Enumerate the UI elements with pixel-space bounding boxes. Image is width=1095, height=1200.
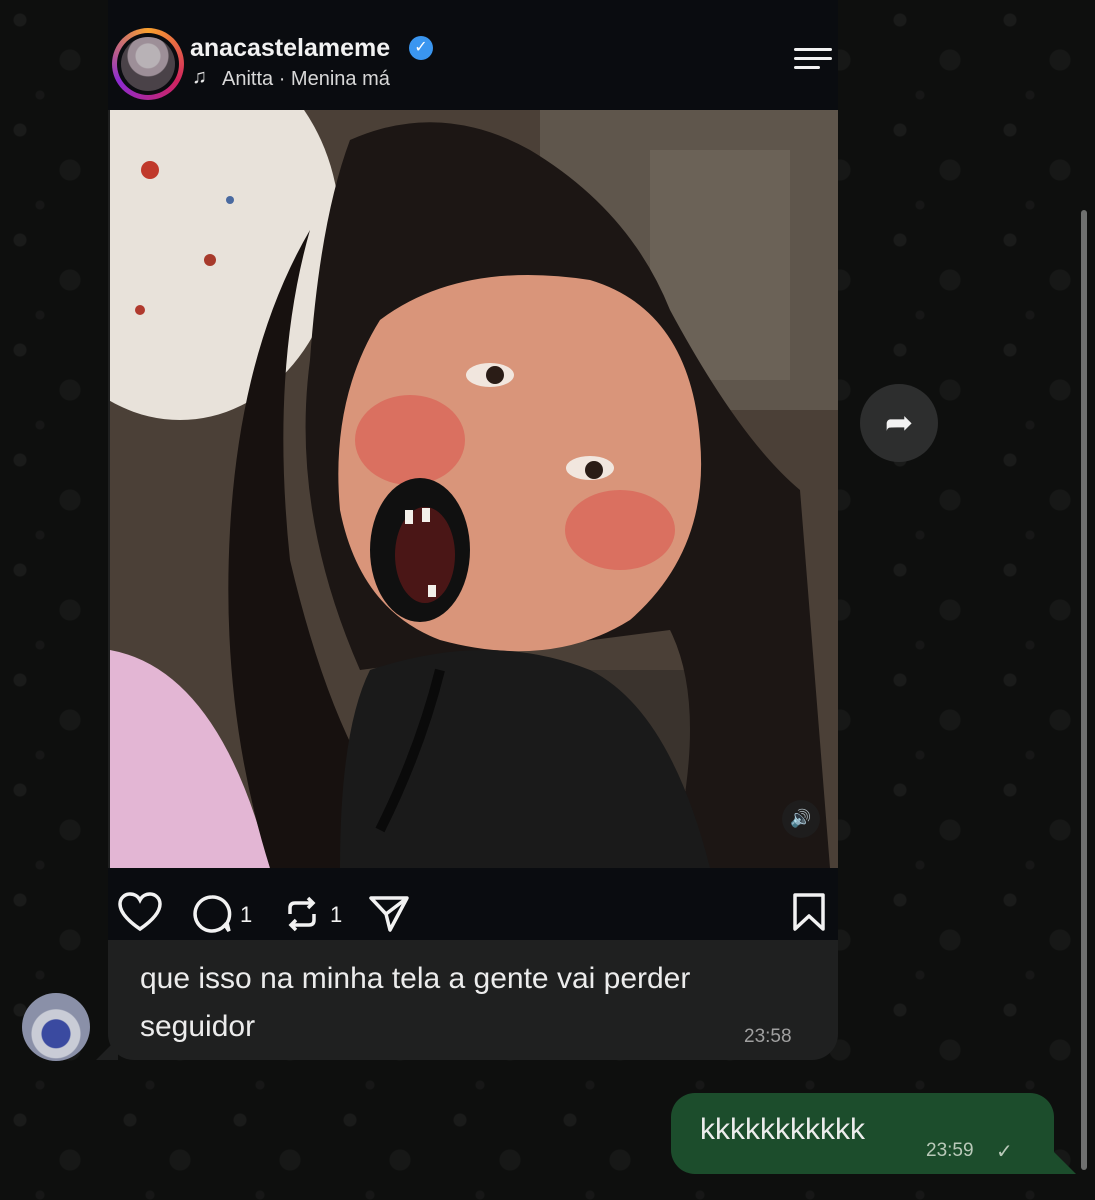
music-note-icon: ♫: [192, 66, 207, 88]
outgoing-message-text: kkkkkkkkkkk: [700, 1113, 865, 1146]
incoming-bubble-tail: [96, 1038, 118, 1060]
incoming-message-time: 23:58: [744, 1026, 792, 1047]
menu-icon[interactable]: [794, 48, 832, 70]
like-icon[interactable]: [118, 892, 162, 937]
sender-avatar[interactable]: [22, 993, 90, 1061]
forward-icon[interactable]: ➦: [860, 384, 938, 462]
sent-check-icon: ✓: [996, 1141, 1013, 1163]
avatar-ring-gap: [117, 33, 179, 95]
outgoing-message-time: 23:59: [926, 1140, 974, 1161]
post-username[interactable]: anacastelameme: [190, 34, 390, 63]
post-music-label[interactable]: Anitta · Menina má: [222, 68, 390, 91]
repost-icon[interactable]: [282, 894, 322, 939]
share-send-icon[interactable]: [368, 894, 410, 939]
bookmark-icon[interactable]: [792, 892, 826, 937]
outgoing-bubble-tail: [1054, 1152, 1076, 1174]
post-author-avatar[interactable]: [112, 28, 184, 100]
sound-icon[interactable]: 🔊: [782, 800, 820, 838]
post-photo[interactable]: [110, 110, 838, 868]
comment-icon[interactable]: [192, 894, 232, 939]
comments-count: 1: [240, 902, 253, 927]
post-photo-illustration: [110, 110, 838, 868]
incoming-message-text: que isso na minha tela a gente vai perde…: [140, 962, 691, 1043]
avatar-image: [121, 37, 175, 91]
reposts-count: 1: [330, 902, 343, 927]
chat-scrollbar[interactable]: [1081, 210, 1087, 1170]
verified-badge-icon: ✓: [409, 36, 433, 60]
